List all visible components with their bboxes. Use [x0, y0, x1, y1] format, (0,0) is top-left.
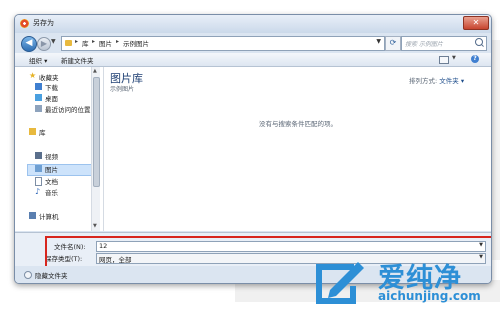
nav-pictures[interactable]: 图片	[45, 164, 58, 174]
address-row: ◀ ▶ ▼ ▸ 库 ▸ 图片 ▸ 示例图片 ▼ ⟳ 搜索 示例图片	[15, 33, 491, 53]
scroll-up-icon[interactable]: ▲	[93, 68, 97, 74]
watermark-logo	[316, 262, 364, 304]
search-icon[interactable]	[475, 38, 483, 46]
breadcrumb-separator-icon: ▸	[75, 38, 79, 45]
new-folder-button[interactable]: 新建文件夹	[61, 55, 94, 65]
nav-libraries[interactable]: 库	[39, 127, 46, 137]
address-dropdown-icon[interactable]: ▼	[376, 38, 381, 45]
nav-scroll-thumb[interactable]	[93, 77, 100, 187]
view-options-icon[interactable]	[439, 56, 449, 64]
hide-folders-button[interactable]: 隐藏文件夹	[35, 270, 68, 280]
nav-documents[interactable]: 文档	[45, 176, 58, 186]
back-button[interactable]: ◀	[21, 36, 37, 52]
library-icon	[29, 128, 36, 135]
organize-button[interactable]: 组织 ▾	[29, 55, 47, 65]
breadcrumb-sample-pictures[interactable]: 示例图片	[123, 38, 149, 48]
search-input[interactable]: 搜索 示例图片	[401, 36, 487, 51]
breadcrumb-separator-icon: ▸	[92, 38, 96, 45]
breadcrumb-libraries[interactable]: 库	[82, 38, 89, 48]
dialog-title: 另存为	[33, 19, 54, 27]
video-icon	[35, 152, 42, 159]
recent-pages-dropdown[interactable]: ▼	[51, 38, 56, 45]
download-folder-icon	[35, 83, 42, 90]
arrange-by-dropdown[interactable]: 文件夹 ▾	[439, 77, 464, 85]
file-content-area[interactable]: 图片库 示例图片 排列方式: 文件夹 ▾ 没有与搜索条件匹配的项。	[103, 67, 491, 231]
search-placeholder: 搜索 示例图片	[405, 41, 443, 48]
desktop-icon	[35, 94, 42, 101]
forward-button[interactable]: ▶	[37, 37, 51, 51]
command-toolbar: 组织 ▾ 新建文件夹 ▼ ?	[15, 53, 491, 67]
documents-icon	[35, 177, 42, 186]
title-bar[interactable]: 另存为 ✕	[15, 15, 491, 33]
navigation-pane: ★ 收藏夹 下载 桌面 最近访问的位置 库 视频 图片 文档 ♪ 音乐 计算机 …	[15, 67, 103, 231]
watermark-brand-url: aichunjing.com	[378, 289, 481, 303]
folder-icon	[65, 40, 72, 46]
collapse-icon[interactable]	[24, 271, 32, 279]
address-bar[interactable]: ▸ 库 ▸ 图片 ▸ 示例图片 ▼	[61, 36, 385, 51]
nav-music[interactable]: 音乐	[45, 187, 58, 197]
computer-icon	[29, 212, 36, 219]
scroll-down-icon[interactable]: ▼	[93, 223, 97, 229]
nav-recent-places[interactable]: 最近访问的位置	[45, 104, 91, 114]
arrange-by: 排列方式: 文件夹 ▾	[409, 75, 464, 85]
arrange-by-label: 排列方式:	[409, 77, 438, 85]
empty-results-message: 没有与搜索条件匹配的项。	[259, 120, 337, 128]
nav-videos[interactable]: 视频	[45, 151, 58, 161]
recent-places-icon	[35, 105, 42, 112]
save-as-dialog: 另存为 ✕ ◀ ▶ ▼ ▸ 库 ▸ 图片 ▸ 示例图片 ▼ ⟳ 搜索 示例图片 …	[14, 14, 492, 284]
library-subtitle: 示例图片	[110, 86, 135, 93]
refresh-button[interactable]: ⟳	[385, 36, 401, 51]
nav-desktop[interactable]: 桌面	[45, 93, 58, 103]
nav-scrollbar[interactable]: ▲ ▼	[91, 67, 100, 231]
view-dropdown-icon[interactable]: ▼	[452, 55, 456, 61]
nav-downloads[interactable]: 下载	[45, 82, 58, 92]
nav-favorites[interactable]: 收藏夹	[39, 72, 59, 82]
nav-computer[interactable]: 计算机	[39, 211, 59, 221]
breadcrumb-separator-icon: ▸	[116, 38, 120, 45]
chrome-app-icon	[20, 19, 29, 28]
help-icon[interactable]: ?	[471, 55, 479, 63]
music-icon: ♪	[35, 187, 41, 196]
star-icon: ★	[29, 71, 37, 80]
breadcrumb-pictures[interactable]: 图片	[99, 38, 112, 48]
pictures-icon	[35, 165, 42, 172]
close-button[interactable]: ✕	[463, 16, 489, 30]
